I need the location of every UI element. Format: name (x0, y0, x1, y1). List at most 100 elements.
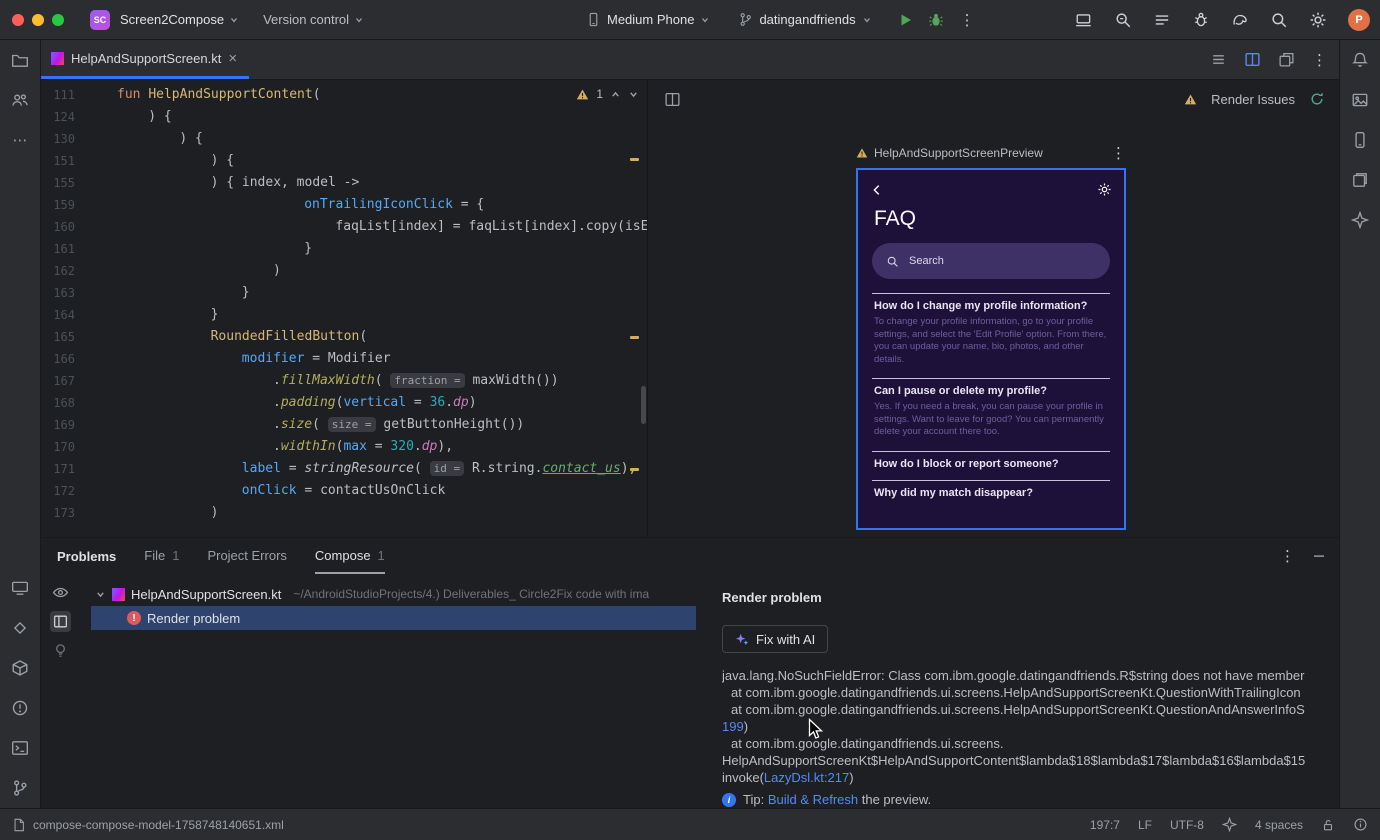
vcs-menu[interactable]: Version control (263, 12, 364, 27)
code-line[interactable]: ) (117, 502, 647, 524)
zoom-window-button[interactable] (52, 13, 64, 26)
run-button[interactable] (898, 12, 914, 28)
project-tool-button[interactable] (0, 40, 40, 80)
line-number[interactable]: 173 (41, 502, 89, 524)
editor-tab-helpandsupportscreen[interactable]: HelpAndSupportScreen.kt × (41, 40, 250, 79)
code-line[interactable]: .size( size = getButtonHeight()) (117, 414, 647, 436)
minimize-window-button[interactable] (32, 13, 44, 26)
close-window-button[interactable] (12, 13, 24, 26)
build-tool-button[interactable] (0, 648, 40, 688)
split-editor-icon[interactable] (1244, 51, 1261, 68)
line-number[interactable]: 167 (41, 370, 89, 392)
device-selector[interactable]: Medium Phone (586, 12, 710, 27)
code-line[interactable]: faqList[index] = faqList[index].copy(isE (117, 216, 647, 238)
problems-tool-button[interactable] (0, 688, 40, 728)
caret-position[interactable]: 197:7 (1090, 818, 1120, 832)
warning-stripe-mark[interactable] (630, 336, 639, 339)
line-number[interactable]: 162 (41, 260, 89, 282)
lightbulb-icon[interactable] (52, 642, 69, 659)
build-refresh-link[interactable]: Build & Refresh (768, 792, 858, 807)
line-number[interactable]: 171 (41, 458, 89, 480)
code-line[interactable]: .padding(vertical = 36.dp) (117, 392, 647, 414)
line-number[interactable]: 124 (41, 106, 89, 128)
problems-panel-title[interactable]: Problems (57, 538, 116, 574)
code-line[interactable]: .widthIn(max = 320.dp), (117, 436, 647, 458)
code-line[interactable]: ) { (117, 128, 647, 150)
preview-eye-icon[interactable] (52, 584, 69, 601)
version-control-tool-button[interactable] (0, 768, 40, 808)
trace-link[interactable]: LazyDsl.kt:217 (764, 770, 849, 785)
code-line[interactable]: ) { index, model -> (117, 172, 647, 194)
branch-selector[interactable]: datingandfriends (738, 12, 871, 27)
problems-options-kebab[interactable]: ⋮ (1280, 547, 1295, 565)
preview-layout-list-icon[interactable] (1210, 51, 1227, 68)
next-problem-icon[interactable] (628, 89, 639, 100)
indent-setting[interactable]: 4 spaces (1255, 818, 1303, 832)
line-number[interactable]: 172 (41, 480, 89, 502)
preview-card-kebab[interactable]: ⋮ (1111, 144, 1126, 162)
resource-manager-tool-button[interactable] (1340, 160, 1380, 200)
logcat-tool-button[interactable] (0, 568, 40, 608)
editor-scrollbar[interactable] (641, 386, 646, 424)
terminal-tool-button[interactable] (0, 728, 40, 768)
editor-options-kebab[interactable]: ⋮ (1312, 51, 1327, 69)
line-number[interactable]: 163 (41, 282, 89, 304)
line-number[interactable]: 130 (41, 128, 89, 150)
line-number[interactable]: 160 (41, 216, 89, 238)
warning-stripe-mark[interactable] (630, 468, 639, 471)
app-inspection-icon[interactable] (1192, 11, 1210, 29)
code-line[interactable]: label = stringResource( id = R.string.co… (117, 458, 647, 480)
search-everywhere-icon[interactable] (1270, 11, 1288, 29)
preview-split-view-icon[interactable] (664, 91, 681, 108)
code-line[interactable]: } (117, 238, 647, 260)
float-window-icon[interactable] (1278, 51, 1295, 68)
line-number[interactable]: 165 (41, 326, 89, 348)
line-number[interactable]: 161 (41, 238, 89, 260)
code-line[interactable]: onClick = contactUsOnClick (117, 480, 647, 502)
notifications-bell-button[interactable] (1340, 40, 1380, 80)
line-number[interactable]: 155 (41, 172, 89, 194)
line-number[interactable]: 159 (41, 194, 89, 216)
line-number[interactable]: 170 (41, 436, 89, 458)
code-line[interactable]: ) { (117, 106, 647, 128)
more-tool-windows-button[interactable]: ⋯ (0, 120, 40, 160)
prev-problem-icon[interactable] (610, 89, 621, 100)
code-line[interactable]: } (117, 282, 647, 304)
inspection-widget[interactable]: 1 (576, 87, 639, 101)
preview-card-header[interactable]: HelpAndSupportScreenPreview ⋮ (856, 144, 1126, 162)
ai-code-search-icon[interactable] (1114, 11, 1132, 29)
render-problem-node[interactable]: ! Render problem (91, 606, 696, 630)
line-number[interactable]: 151 (41, 150, 89, 172)
collab-users-button[interactable] (0, 80, 40, 120)
code-editor[interactable]: 111 124 130 151 155 159 160 161 162 163 164 165 166 1… (41, 80, 648, 537)
user-avatar[interactable]: P (1348, 8, 1370, 31)
warning-stripe-mark[interactable] (630, 158, 639, 161)
render-issues-label[interactable]: Render Issues (1211, 92, 1295, 107)
running-devices-tool-button[interactable] (1340, 80, 1380, 120)
app-quality-insights-button[interactable] (0, 608, 40, 648)
ai-status-sparkle-icon[interactable] (1221, 817, 1237, 832)
minimize-panel-icon[interactable] (1313, 550, 1325, 562)
device-manager-tool-button[interactable] (1340, 120, 1380, 160)
todo-list-icon[interactable] (1153, 11, 1171, 29)
line-number[interactable]: 164 (41, 304, 89, 326)
details-view-icon[interactable] (49, 611, 71, 632)
line-number[interactable]: 166 (41, 348, 89, 370)
fix-with-ai-button[interactable]: Fix with AI (722, 625, 829, 653)
settings-gear-icon[interactable] (1309, 11, 1327, 29)
trace-link[interactable]: 199 (722, 719, 744, 734)
gradle-sync-icon[interactable] (1231, 11, 1249, 29)
tab-compose[interactable]: Compose 1 (314, 538, 385, 574)
code-line[interactable]: modifier = Modifier (117, 348, 647, 370)
line-number[interactable]: 168 (41, 392, 89, 414)
running-devices-icon[interactable] (1075, 11, 1093, 29)
unlock-icon[interactable] (1321, 818, 1335, 832)
code-line[interactable]: onTrailingIconClick = { (117, 194, 647, 216)
tab-file[interactable]: File 1 (144, 538, 179, 574)
close-tab-icon[interactable]: × (228, 50, 237, 67)
code-line[interactable]: } (117, 304, 647, 326)
run-options-kebab[interactable]: ⋮ (960, 11, 975, 29)
refresh-preview-icon[interactable] (1309, 91, 1325, 107)
info-status-icon[interactable] (1353, 817, 1368, 832)
line-ending[interactable]: LF (1138, 818, 1152, 832)
